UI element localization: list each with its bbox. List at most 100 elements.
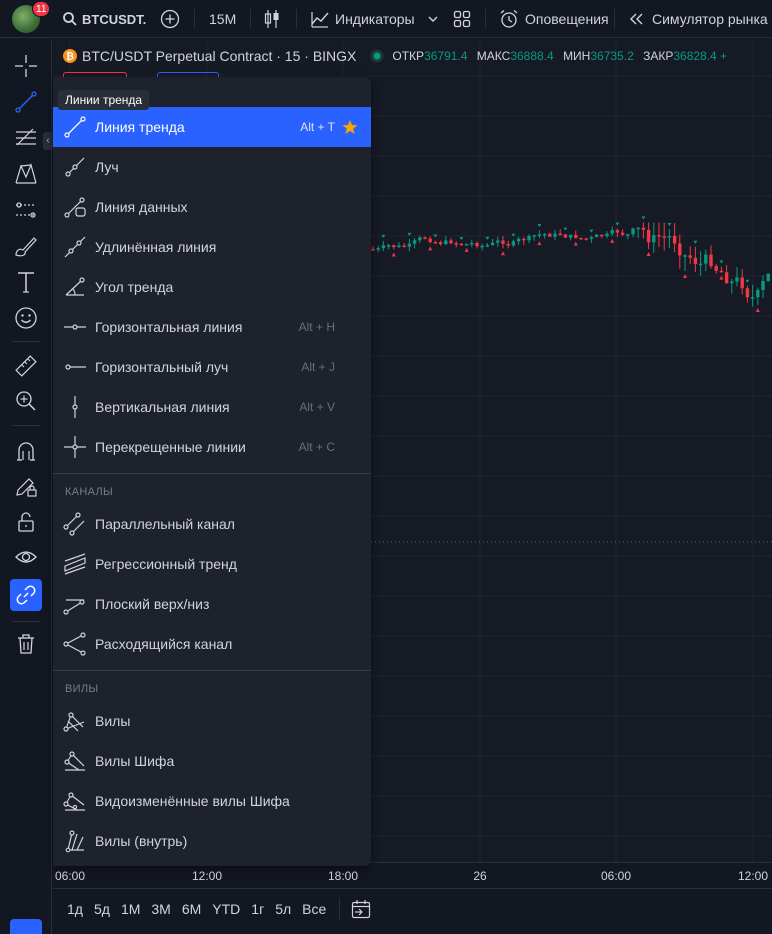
range-5d-button[interactable]: 5д xyxy=(94,901,110,917)
menu-item-hotkey: Alt + V xyxy=(299,400,335,414)
top-toolbar: 11 BTCUSDT. 15M Индикаторы Оповещения Си… xyxy=(0,0,772,38)
favorites-toolbar-button[interactable] xyxy=(10,919,42,934)
candle-body xyxy=(626,234,630,236)
menu-item-hotkey: Alt + T xyxy=(300,120,335,134)
symbol-search-button[interactable]: BTCUSDT. xyxy=(62,0,146,38)
alerts-button[interactable]: Оповещения xyxy=(499,0,609,38)
fib-tool-button[interactable] xyxy=(10,122,42,154)
indicators-dropdown-button[interactable] xyxy=(427,0,439,38)
candle-body xyxy=(402,245,406,248)
replay-button[interactable]: Симулятор рынка xyxy=(628,0,768,38)
prediction-tool-button[interactable] xyxy=(10,194,42,226)
patterns-tool-button[interactable] xyxy=(10,158,42,190)
smiley-icon xyxy=(15,307,37,329)
menu-item-horizontal-ray[interactable]: Горизонтальный луч Alt + J xyxy=(53,347,371,387)
sync-drawings-button[interactable] xyxy=(10,579,42,611)
zoom-tool-button[interactable] xyxy=(10,385,42,417)
range-1m-button[interactable]: 1М xyxy=(121,901,140,917)
signal-marker xyxy=(646,252,651,257)
candle-body xyxy=(376,248,380,250)
menu-item-label: Линия данных xyxy=(95,199,188,215)
candle-body xyxy=(563,234,568,238)
compare-add-button[interactable] xyxy=(160,0,180,38)
forecast-icon xyxy=(16,202,36,218)
menu-item-flat-top-bottom[interactable]: Плоский верх/низ xyxy=(53,584,371,624)
interval-button[interactable]: 15M xyxy=(209,0,236,38)
range-all-button[interactable]: Все xyxy=(302,901,326,917)
menu-item-schiff-pitchfork[interactable]: Вилы Шифа xyxy=(53,741,371,781)
range-ytd-button[interactable]: YTD xyxy=(212,901,240,917)
menu-item-pitchfork[interactable]: Вилы xyxy=(53,701,371,741)
toolbar-divider xyxy=(296,9,297,29)
go-to-date-icon[interactable] xyxy=(350,898,372,920)
disjoint-channel-icon xyxy=(63,632,86,656)
signal-marker xyxy=(459,237,464,241)
drawing-toolbar: ‹ xyxy=(0,39,53,934)
candle-body xyxy=(719,270,724,273)
range-5y-button[interactable]: 5л xyxy=(275,901,291,917)
candle-body xyxy=(709,254,713,267)
menu-item-regression-trend[interactable]: Регрессионный тренд xyxy=(53,544,371,584)
trend-line-icon xyxy=(64,116,86,138)
toolbar-divider xyxy=(12,621,40,622)
menu-item-cross-line[interactable]: Перекрещенные линии Alt + C xyxy=(53,427,371,467)
crosshair-tool-button[interactable] xyxy=(10,50,42,82)
candle-body xyxy=(750,297,755,299)
text-tool-button[interactable] xyxy=(10,266,42,298)
trend-line-icon xyxy=(15,91,37,113)
menu-item-disjoint-channel[interactable]: Расходящийся канал xyxy=(53,624,371,664)
menu-item-ray[interactable]: Луч xyxy=(53,147,371,187)
lock-drawings-button[interactable] xyxy=(10,506,42,538)
menu-item-parallel-channel[interactable]: Параллельный канал xyxy=(53,504,371,544)
signal-marker xyxy=(641,216,646,220)
menu-item-extended-line[interactable]: Удлинённая линия xyxy=(53,227,371,267)
search-icon xyxy=(63,12,77,26)
candle-body xyxy=(428,238,432,243)
trend-line-tool-button[interactable] xyxy=(10,86,42,118)
range-1d-button[interactable]: 1д xyxy=(67,901,83,917)
menu-item-info-line[interactable]: Линия данных xyxy=(53,187,371,227)
range-1y-button[interactable]: 1г xyxy=(251,901,264,917)
stay-in-drawing-mode-button[interactable] xyxy=(10,470,42,502)
menu-item-trend-angle[interactable]: Угол тренда xyxy=(53,267,371,307)
remove-drawings-button[interactable] xyxy=(10,628,42,660)
signal-marker xyxy=(537,224,542,228)
tool-group-expand-arrow[interactable]: ‹ xyxy=(43,132,53,150)
alerts-label: Оповещения xyxy=(525,11,609,27)
candle-body xyxy=(433,242,438,244)
indicators-button[interactable]: Индикаторы xyxy=(310,0,415,38)
menu-item-modified-schiff-pitchfork[interactable]: Видоизменённые вилы Шифа xyxy=(53,781,371,821)
menu-item-trend-line[interactable]: Линия тренда Alt + T xyxy=(53,107,371,147)
crosshair-icon xyxy=(15,55,37,77)
menu-item-horizontal-line[interactable]: Горизонтальная линия Alt + H xyxy=(53,307,371,347)
menu-divider xyxy=(53,670,371,671)
range-6m-button[interactable]: 6М xyxy=(182,901,201,917)
hide-drawings-button[interactable] xyxy=(10,541,42,573)
candle-body xyxy=(688,255,692,258)
icons-tool-button[interactable] xyxy=(10,302,42,334)
candle-body xyxy=(678,243,682,256)
trend-lines-menu: Линия тренда Alt + T Луч Линия данных Уд… xyxy=(53,77,371,866)
favorite-star-icon[interactable] xyxy=(342,119,358,135)
chart-type-button[interactable] xyxy=(263,0,281,38)
pitchfork-icon xyxy=(63,712,85,732)
toolbar-divider xyxy=(12,425,40,426)
signal-marker xyxy=(428,246,433,251)
grid-layout-icon xyxy=(453,10,471,28)
menu-item-label: Линия тренда xyxy=(95,119,185,135)
candle-body xyxy=(672,235,677,244)
candle-body xyxy=(511,241,516,246)
menu-item-label: Перекрещенные линии xyxy=(95,439,246,455)
menu-item-label: Луч xyxy=(95,159,119,175)
magnet-icon xyxy=(17,442,35,461)
menu-item-label: Горизонтальный луч xyxy=(95,359,229,375)
layouts-button[interactable] xyxy=(453,0,471,38)
measure-tool-button[interactable] xyxy=(10,350,42,382)
menu-item-inside-pitchfork[interactable]: Вилы (внутрь) xyxy=(53,821,371,861)
menu-item-vertical-line[interactable]: Вертикальная линия Alt + V xyxy=(53,387,371,427)
brush-tool-button[interactable] xyxy=(10,230,42,262)
magnet-tool-button[interactable] xyxy=(10,435,42,467)
range-3m-button[interactable]: 3М xyxy=(151,901,170,917)
signal-marker xyxy=(563,227,568,231)
candle-body xyxy=(568,234,573,238)
